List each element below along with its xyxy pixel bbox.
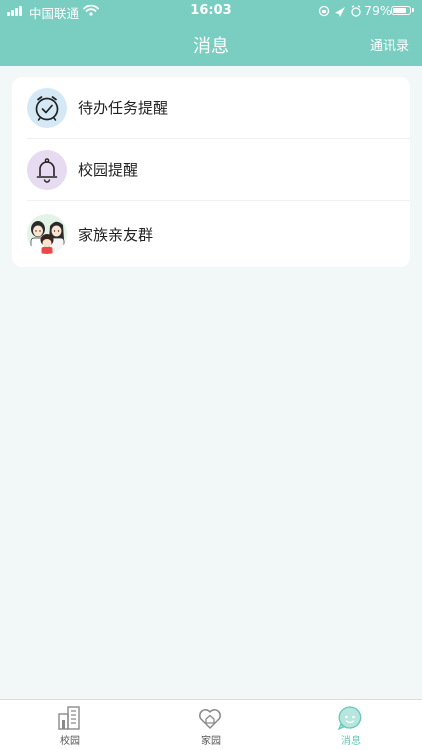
tab-label: 消息 (341, 736, 361, 747)
tab-messages[interactable]: 消息 (281, 700, 421, 750)
battery-icon (391, 6, 411, 15)
tab-label: 校园 (60, 736, 80, 747)
message-item-todo[interactable]: 待办任务提醒 (12, 77, 410, 139)
status-bar: 中国联通 16:03 79% (0, 0, 422, 22)
building-icon (58, 706, 80, 730)
family-avatar (27, 214, 67, 254)
tab-home[interactable]: 家园 (141, 700, 281, 750)
message-item-label: 待办任务提醒 (78, 99, 169, 117)
header-bar: 中国联通 16:03 79% 消息 通讯录 (0, 0, 422, 66)
message-list: 待办任务提醒 校园提醒 家族亲友群 (12, 77, 410, 267)
location-icon (335, 7, 345, 17)
bell-icon (27, 150, 67, 190)
status-indicator-icons (318, 5, 361, 17)
rotation-lock-icon (318, 5, 330, 17)
message-item-family[interactable]: 家族亲友群 (12, 201, 410, 267)
battery-tip (412, 8, 414, 12)
tab-campus[interactable]: 校园 (0, 700, 140, 750)
battery-percent: 79% (364, 3, 392, 18)
message-item-label: 家族亲友群 (78, 226, 154, 244)
message-item-campus[interactable]: 校园提醒 (12, 139, 410, 201)
page-title: 消息 (193, 36, 229, 57)
battery-fill (393, 8, 406, 13)
tab-label: 家园 (201, 736, 221, 747)
heart-home-icon (199, 709, 221, 729)
contacts-button[interactable]: 通讯录 (370, 35, 409, 54)
tab-bar: 校园 家园 消息 (0, 699, 422, 750)
alarm-clock-icon (27, 88, 67, 128)
chat-face-icon (337, 706, 362, 731)
message-item-label: 校园提醒 (78, 161, 139, 179)
alarm-icon (351, 5, 361, 17)
